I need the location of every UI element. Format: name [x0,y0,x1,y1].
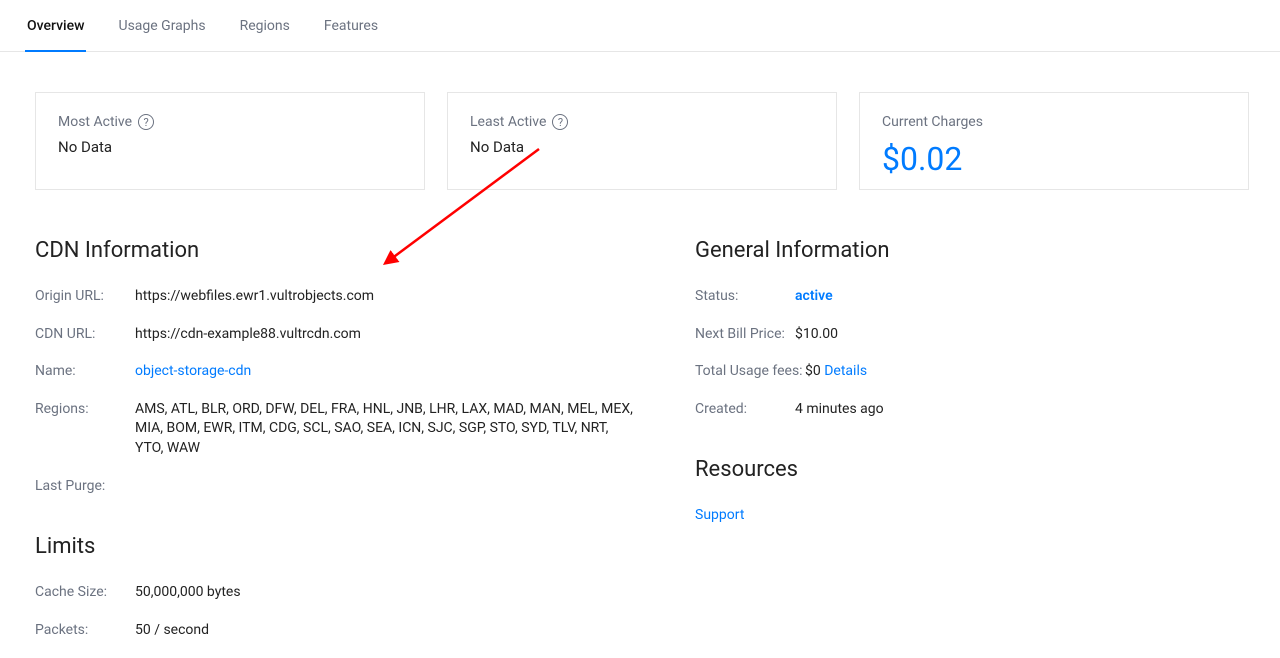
tab-overview[interactable]: Overview [25,8,86,52]
usage-fees-value: $0 Details [805,362,1145,382]
least-active-label: Least Active [470,114,546,130]
current-charges-label: Current Charges [882,114,983,130]
regions-value: AMS, ATL, BLR, ORD, DFW, DEL, FRA, HNL, … [135,400,635,459]
limits-heading: Limits [35,534,635,559]
summary-cards: Most Active ? No Data Least Active ? No … [35,92,1255,190]
usage-fees-details-link[interactable]: Details [824,363,867,379]
name-key: Name: [35,362,135,382]
last-purge-key: Last Purge: [35,477,135,497]
support-link[interactable]: Support [695,506,1145,526]
status-key: Status: [695,287,795,307]
card-current-charges: Current Charges $0.02 [859,92,1249,190]
packets-value: 50 / second [135,621,635,641]
cdn-url-value: https://cdn-example88.vultrcdn.com [135,325,635,345]
packets-key: Packets: [35,621,135,641]
tab-features[interactable]: Features [322,8,380,52]
usage-fees-amount: $0 [805,363,821,379]
usage-fees-key: Total Usage fees: [695,362,805,382]
cdn-info-heading: CDN Information [35,238,635,263]
next-bill-value: $10.00 [795,325,1145,345]
cdn-url-key: CDN URL: [35,325,135,345]
last-purge-value [135,477,635,497]
origin-url-value: https://webfiles.ewr1.vultrobjects.com [135,287,635,307]
most-active-value: No Data [58,138,402,156]
card-most-active: Most Active ? No Data [35,92,425,190]
name-value-link[interactable]: object-storage-cdn [135,362,635,382]
created-value: 4 minutes ago [795,400,1145,420]
card-least-active: Least Active ? No Data [447,92,837,190]
next-bill-key: Next Bill Price: [695,325,795,345]
help-icon[interactable]: ? [552,114,568,130]
resources-heading: Resources [695,457,1145,482]
cache-size-value: 50,000,000 bytes [135,583,635,603]
tab-bar: Overview Usage Graphs Regions Features [0,8,1280,52]
help-icon[interactable]: ? [138,114,154,130]
cache-size-key: Cache Size: [35,583,135,603]
status-value: active [795,287,1145,307]
most-active-label: Most Active [58,114,132,130]
current-charges-value: $0.02 [882,140,1226,178]
general-info-heading: General Information [695,238,1145,263]
regions-key: Regions: [35,400,135,459]
least-active-value: No Data [470,138,814,156]
tab-usage-graphs[interactable]: Usage Graphs [116,8,207,52]
created-key: Created: [695,400,795,420]
tab-regions[interactable]: Regions [238,8,292,52]
origin-url-key: Origin URL: [35,287,135,307]
